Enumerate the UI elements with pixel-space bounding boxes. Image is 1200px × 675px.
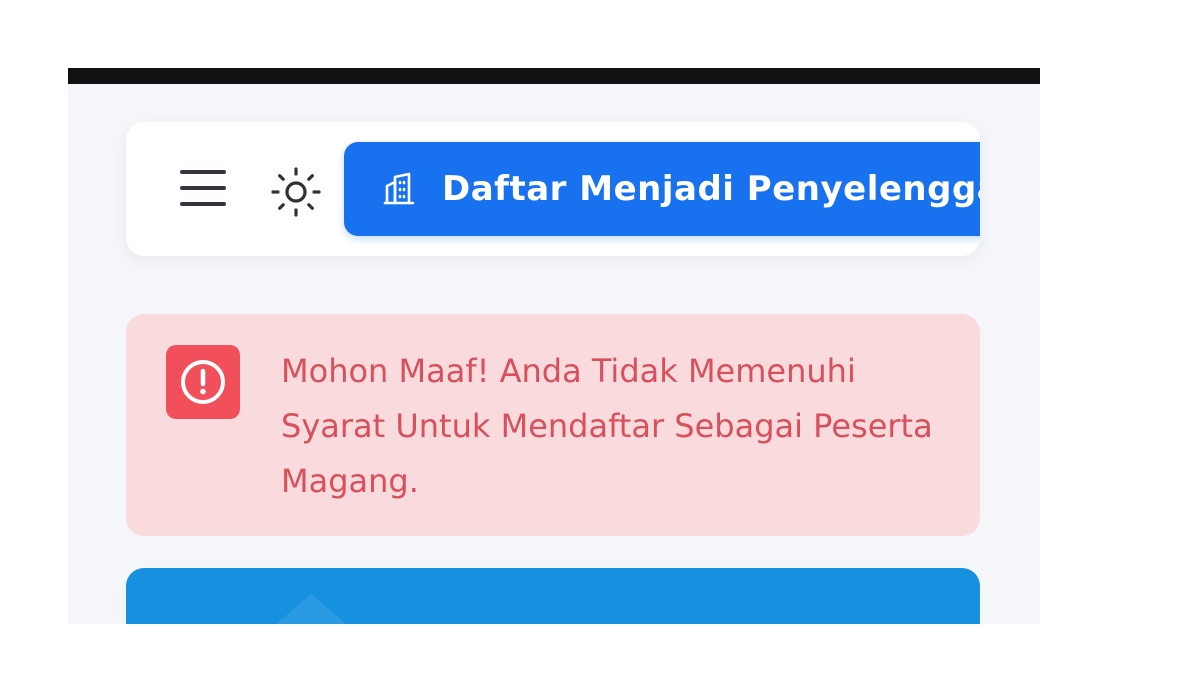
info-card [126,568,980,624]
building-icon [383,172,415,205]
page-viewport: Daftar Menjadi Penyelenggara Mohon Maaf!… [68,84,1040,624]
register-organizer-button[interactable]: Daftar Menjadi Penyelenggara [344,142,980,236]
error-alert: Mohon Maaf! Anda Tidak Memenuhi Syarat U… [126,314,980,536]
exclamation-circle-icon [166,345,240,419]
register-organizer-label: Daftar Menjadi Penyelenggara [442,169,980,209]
hamburger-menu-icon[interactable] [180,168,226,208]
top-navbar: Daftar Menjadi Penyelenggara [126,122,980,256]
sun-icon[interactable] [268,164,324,220]
screenshot-frame: Daftar Menjadi Penyelenggara Mohon Maaf!… [0,0,1200,675]
alert-message: Mohon Maaf! Anda Tidak Memenuhi Syarat U… [281,352,933,500]
device-top-bar [68,68,1040,84]
card-decoration-icon [276,594,346,624]
